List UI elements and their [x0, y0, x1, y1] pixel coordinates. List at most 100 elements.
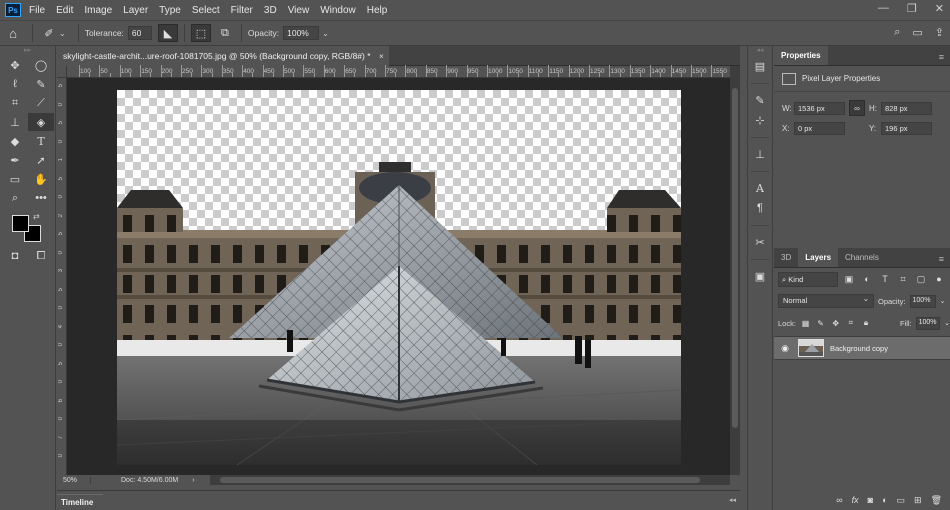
foreground-color-swatch[interactable] [12, 215, 29, 232]
minimize-icon[interactable]: — [878, 2, 889, 15]
lock-transparent-icon[interactable]: ▦ [800, 319, 811, 328]
vertical-scrollbar[interactable] [730, 66, 740, 475]
menu-filter[interactable]: Filter [231, 5, 253, 16]
menu-edit[interactable]: Edit [56, 5, 73, 16]
eyedropper-tool-icon[interactable]: ⟋ [28, 94, 54, 112]
history-icon[interactable]: ▤ [748, 56, 772, 76]
document-image[interactable] [117, 90, 681, 465]
horizontal-scrollbar[interactable] [210, 475, 730, 485]
menu-help[interactable]: Help [367, 5, 388, 16]
panel-grip[interactable]: ◂◂ [748, 46, 772, 56]
anti-alias-icon[interactable]: ◣ [157, 24, 178, 42]
type-filter-icon[interactable]: T [878, 274, 892, 284]
tools-icon[interactable]: ✂ [748, 232, 772, 252]
eraser-tool-icon[interactable]: ◈ [28, 113, 54, 131]
search-icon[interactable]: ⌕ [894, 26, 900, 39]
adjustment-filter-icon[interactable]: ◐ [860, 274, 874, 284]
new-layer-icon[interactable]: ⊞ [914, 495, 922, 506]
opacity-input[interactable]: 100% [283, 26, 320, 40]
panel-menu-icon[interactable]: ≡ [939, 254, 944, 264]
layer-item[interactable]: ◉ Background copy [774, 336, 950, 360]
panel-menu-icon[interactable]: ≡ [939, 52, 944, 62]
quick-mask-icon[interactable]: ◘ [2, 247, 28, 265]
collapse-icon[interactable]: ◂◂ [729, 496, 736, 504]
menu-type[interactable]: Type [159, 5, 181, 16]
tab-properties[interactable]: Properties [774, 46, 828, 65]
close-document-icon[interactable]: × [379, 51, 384, 61]
shape-filter-icon[interactable]: ⌗ [896, 274, 910, 285]
scrollbar-thumb[interactable] [732, 88, 738, 428]
horizontal-ruler[interactable]: 100 50 100 150 200 250 300 350 400 450 500 550 600 65… [67, 65, 730, 78]
add-mask-icon[interactable]: ◙ [868, 495, 873, 505]
ruler-origin[interactable] [57, 66, 67, 78]
character-icon[interactable]: A [748, 178, 772, 198]
sample-all-layers-icon[interactable]: ⧉ [215, 24, 235, 42]
workspace-icon[interactable]: ▭ [912, 26, 922, 39]
kind-filter-select[interactable]: ⌕ Kind [778, 271, 838, 287]
zoom-level[interactable]: 50% [57, 476, 91, 484]
zoom-tool-icon[interactable]: ⌕ [2, 189, 28, 207]
menu-file[interactable]: File [29, 5, 45, 16]
fill-input[interactable]: 100% [915, 316, 941, 330]
layer-opacity-input[interactable]: 100% [909, 294, 936, 308]
lock-image-icon[interactable]: ✎ [815, 319, 826, 328]
fx-icon[interactable]: fx [852, 495, 859, 505]
home-icon[interactable]: ⌂ [0, 26, 26, 41]
menu-window[interactable]: Window [320, 5, 356, 16]
paragraph-icon[interactable]: ¶ [748, 198, 772, 218]
chevron-down-icon[interactable]: ⌄ [322, 29, 329, 38]
height-field[interactable]: 828 px [881, 101, 932, 115]
contiguous-icon[interactable]: ⬚ [190, 24, 211, 42]
vertical-ruler[interactable]: 5 0 5 0 1 5 0 2 5 0 3 5 0 4 0 5 0 6 0 7 0 [57, 78, 67, 475]
screen-mode-icon[interactable]: ⧠ [28, 247, 54, 265]
clone-source-icon[interactable]: ⊥ [748, 144, 772, 164]
lock-position-icon[interactable]: ✥ [830, 319, 841, 328]
marquee-tool-icon[interactable]: ◯ [28, 56, 54, 74]
chevron-down-icon[interactable]: ⌄ [944, 319, 950, 327]
menu-view[interactable]: View [288, 5, 310, 16]
quick-selection-tool-icon[interactable]: ✎ [28, 75, 54, 93]
path-selection-tool-icon[interactable]: ➚ [28, 151, 54, 169]
trash-icon[interactable]: 🗑︎ [931, 495, 942, 506]
move-tool-icon[interactable]: ✥ [2, 56, 28, 74]
chevron-right-icon[interactable]: › [192, 477, 194, 484]
share-icon[interactable]: ⇪ [935, 26, 944, 39]
brush-icon[interactable]: ✎ [748, 90, 772, 110]
tab-3d[interactable]: 3D [774, 253, 798, 267]
pixel-filter-icon[interactable]: ▣ [842, 274, 856, 285]
type-tool-icon[interactable]: T [28, 132, 54, 150]
blend-mode-select[interactable]: Normal [778, 294, 874, 308]
new-group-icon[interactable]: ▭ [897, 495, 906, 506]
hand-tool-icon[interactable]: ✋ [28, 170, 54, 188]
lock-all-icon[interactable]: 🔒︎ [860, 318, 871, 328]
tab-channels[interactable]: Channels [838, 253, 886, 267]
lock-artboard-icon[interactable]: ⌗ [845, 318, 856, 328]
more-tools-icon[interactable]: ••• [28, 189, 54, 207]
width-field[interactable]: 1536 px [794, 101, 845, 115]
filter-toggle-icon[interactable]: ● [932, 274, 946, 284]
paint-bucket-tool-icon[interactable]: ◆ [2, 132, 28, 150]
close-window-icon[interactable]: ✕ [935, 2, 944, 15]
swap-colors-icon[interactable]: ⇄ [33, 212, 40, 221]
panel-grip[interactable]: ▸▸ [0, 46, 55, 56]
menu-select[interactable]: Select [192, 5, 220, 16]
tolerance-input[interactable]: 60 [127, 26, 152, 40]
eye-icon[interactable]: ◉ [774, 343, 796, 354]
x-field[interactable]: 0 px [794, 121, 845, 135]
smart-object-filter-icon[interactable]: ▢ [914, 274, 928, 285]
crop-tool-icon[interactable]: ⌗ [2, 94, 28, 112]
adjustments-icon[interactable]: ⊹ [748, 110, 772, 130]
lasso-tool-icon[interactable]: ℓ [2, 75, 28, 93]
document-tab[interactable]: skylight-castle-archit...ure-roof-108170… [57, 46, 389, 66]
chevron-down-icon[interactable]: ⌄ [940, 297, 946, 305]
libraries-icon[interactable]: ▣ [748, 266, 772, 286]
link-icon[interactable]: ∞ [849, 100, 865, 116]
scrollbar-thumb[interactable] [220, 477, 700, 483]
eraser-tool-preset-icon[interactable]: ✐ [39, 24, 59, 42]
tab-timeline[interactable]: Timeline [57, 494, 103, 510]
menu-image[interactable]: Image [84, 5, 112, 16]
rectangle-tool-icon[interactable]: ▭ [2, 170, 28, 188]
pen-tool-icon[interactable]: ✒ [2, 151, 28, 169]
menu-3d[interactable]: 3D [264, 5, 277, 16]
link-layers-icon[interactable]: ∞ [836, 495, 842, 505]
